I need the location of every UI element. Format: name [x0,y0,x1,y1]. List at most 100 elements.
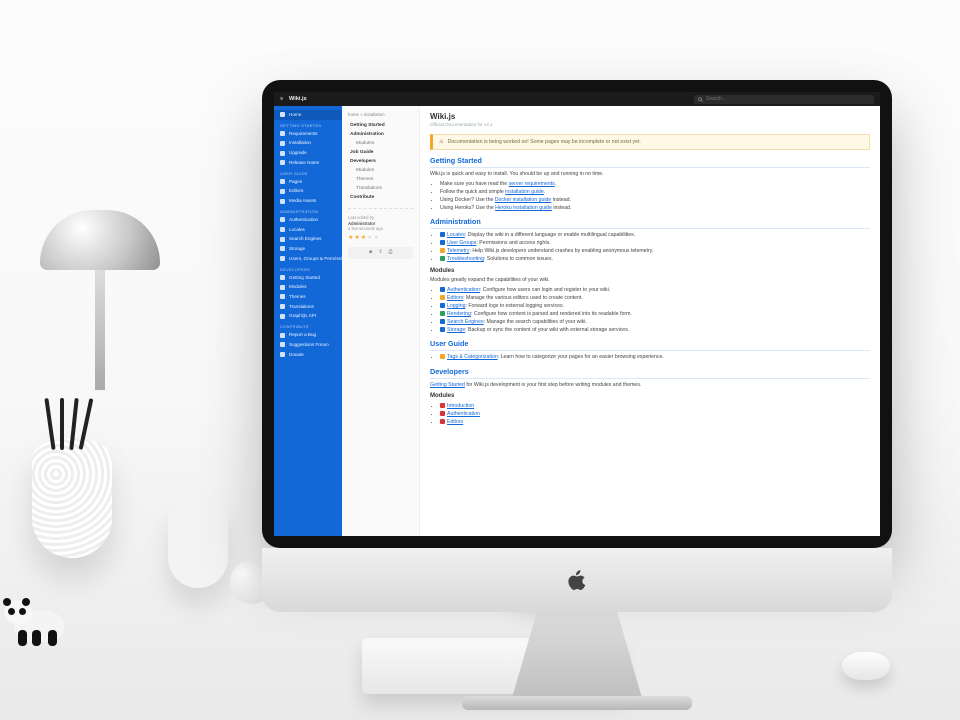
list-item: Using Heroku? Use the Heroku installatio… [440,205,870,212]
list-item: Troubleshooting: Solutions to common iss… [440,256,870,263]
link[interactable]: Authentication [447,411,480,417]
sidebar-item[interactable]: Getting Started [274,273,342,283]
link[interactable]: Editors [447,419,463,425]
link[interactable]: server requirements [509,181,555,187]
pencils [44,398,98,448]
sidebar-item[interactable]: GraphQL API [274,311,342,321]
sidebar: Home Getting Started RequirementsInstalla… [274,106,342,536]
sidebar-item[interactable]: Requirements [274,129,342,139]
administration-list: Locales: Display the wiki in a different… [430,232,870,263]
print-icon[interactable]: ⎙ [388,250,392,256]
home-icon [280,112,285,117]
doc-icon [440,419,445,424]
search-input[interactable] [706,96,870,102]
sidebar-item[interactable]: Release Notes [274,158,342,168]
toc-item[interactable]: Modules [348,166,413,175]
link[interactable]: Search Engines [447,319,484,325]
sidebar-item[interactable]: Search Engines [274,234,342,244]
breadcrumb: home » installation [348,112,413,118]
sidebar-item[interactable]: Upgrade [274,148,342,158]
nav-icon [280,333,285,338]
sidebar-item-label: Users, Groups & Permissions [289,256,342,262]
sidebar-item-label: Getting Started [289,275,320,281]
share-icon[interactable]: ⇪ [378,250,382,256]
desk-scene: ≡ Wiki.js Home Getting Started Requiremen… [0,0,960,720]
doc-icon [440,311,445,316]
link[interactable]: Tags & Categorization [447,354,498,360]
nav-icon [280,141,285,146]
sidebar-item-label: Translations [289,304,314,310]
link-dev-getting-started[interactable]: Getting Started [430,382,465,388]
rating-stars[interactable]: ★★★★★ [348,235,413,243]
doc-icon [440,303,445,308]
warning-text: Documentation is being worked on! Some p… [448,139,641,146]
link[interactable]: installation guide [505,189,544,195]
list-item: Editors: Manage the various editors used… [440,295,870,302]
imac-chin [262,548,892,612]
link[interactable]: Authentication [447,287,480,293]
list-item: Authentication [440,411,870,418]
link[interactable]: Logging [447,303,465,309]
dev-modules-list: Introduction Authentication Editors [430,403,870,426]
imac: ≡ Wiki.js Home Getting Started Requiremen… [262,80,892,548]
link[interactable]: Telemetry [447,248,469,254]
link[interactable]: Rendering [447,311,471,317]
getting-started-list: Make sure you have read the server requi… [430,181,870,212]
doc-icon [440,248,445,253]
doc-icon [440,327,445,332]
menu-icon[interactable]: ≡ [280,96,283,103]
link[interactable]: Troubleshooting [447,256,484,262]
warning-callout: ⚠ Documentation is being worked on! Some… [430,134,870,151]
sidebar-item[interactable]: Pages [274,177,342,187]
toc-item[interactable]: Modules [348,139,413,148]
sidebar-item[interactable]: Users, Groups & Permissions [274,254,342,264]
toc-panel: home » installation Getting StartedAdmin… [342,106,420,536]
dev-intro: Getting Started for Wiki.js development … [430,382,870,389]
list-item: User Groups: Permissions and access righ… [440,240,870,247]
doc-icon [440,295,445,300]
toc-item[interactable]: Contribute [348,193,413,202]
sidebar-item[interactable]: Media Assets [274,196,342,206]
nav-icon [280,352,285,357]
sidebar-item[interactable]: Translations [274,302,342,312]
link[interactable]: Heroku installation guide [495,205,552,211]
bookmark-icon[interactable]: ◈ [369,250,373,256]
sidebar-item-label: Suggestions Forum [289,342,329,348]
toc-item[interactable]: Translations [348,184,413,193]
toc-item[interactable]: Job Guide [348,148,413,157]
sidebar-item[interactable]: Installation [274,138,342,148]
sidebar-item-label: Donate [289,352,304,358]
list-item: Follow the quick and simple installation… [440,189,870,196]
toc-item[interactable]: Themes [348,175,413,184]
link[interactable]: Storage [447,327,465,333]
toc-item[interactable]: Getting Started [348,122,413,131]
sidebar-item[interactable]: Authentication [274,215,342,225]
page-actions: ◈ ⇪ ⎙ [348,247,413,259]
link[interactable]: Editors [447,295,463,301]
list-item: Search Engines: Manage the search capabi… [440,319,870,326]
link[interactable]: Introduction [447,403,474,409]
nav-icon [280,294,285,299]
app-title: Wiki.js [289,96,307,103]
nav-icon [280,285,285,290]
search-field[interactable] [694,95,874,104]
heading-modules: Modules [430,268,870,276]
doc-icon [440,287,445,292]
sidebar-item[interactable]: Donate [274,350,342,360]
sidebar-item[interactable]: Report a Bug [274,330,342,340]
topbar: ≡ Wiki.js [274,92,880,106]
main-content: Wiki.js Official Documentation for v2.x … [420,106,880,536]
sidebar-item[interactable]: Storage [274,244,342,254]
sidebar-item[interactable]: Locales [274,225,342,235]
sidebar-item[interactable]: Modules [274,282,342,292]
toc-item[interactable]: Administration [348,130,413,139]
list-item: Telemetry: Help Wiki.js developers under… [440,248,870,255]
toc-item[interactable]: Developers [348,157,413,166]
sidebar-home[interactable]: Home [274,110,342,120]
link[interactable]: Locales [447,232,465,238]
sidebar-item[interactable]: Themes [274,292,342,302]
link[interactable]: Docker installation guide [495,197,552,203]
sidebar-item[interactable]: Editors [274,186,342,196]
link[interactable]: User Groups [447,240,476,246]
sidebar-item[interactable]: Suggestions Forum [274,340,342,350]
